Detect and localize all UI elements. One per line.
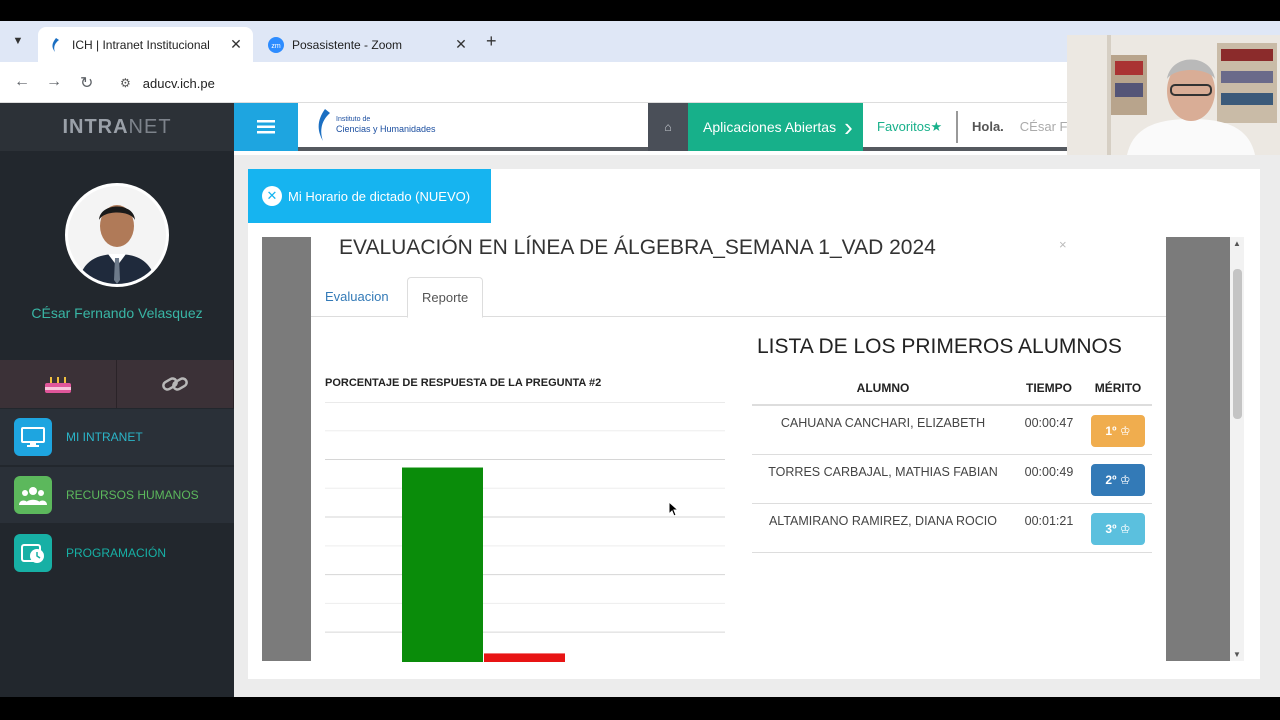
scroll-up-icon[interactable]: ▲: [1233, 239, 1241, 248]
col-alumno: ALUMNO: [752, 371, 1014, 406]
greeting-name: CÉsar F: [1019, 119, 1068, 134]
main-content: ✕ Mi Horario de dictado (NUEVO) EVALUACI…: [234, 155, 1280, 697]
merit-badge: 2º ♔: [1091, 463, 1145, 496]
col-tiempo: TIEMPO: [1014, 371, 1084, 406]
monitor-icon: [14, 418, 52, 456]
schedule-button-label: Mi Horario de dictado (NUEVO): [288, 188, 471, 204]
cell-alumno: TORRES CARBAJAL, MATHIAS FABIAN: [752, 454, 1014, 504]
ich-logo-icon: [318, 109, 330, 141]
avatar: [65, 183, 169, 287]
mouse-cursor-icon: [668, 501, 680, 517]
favorites-label: Favoritos: [877, 119, 931, 134]
star-icon: ★: [930, 119, 943, 134]
forward-icon[interactable]: →: [46, 73, 62, 91]
sidebar-item-label: PROGRAMACIÓN: [66, 546, 167, 560]
evaluation-modal: EVALUACIÓN EN LÍNEA DE ÁLGEBRA_SEMANA 1_…: [311, 236, 1166, 662]
url-input[interactable]: ⚙ aducv.ich.pe: [112, 69, 1072, 97]
back-icon[interactable]: ←: [14, 73, 30, 91]
modal-scrollbar[interactable]: ▲ ▼: [1230, 237, 1244, 661]
table-row: ALTAMIRANO RAMIREZ, DIANA ROCIO 00:01:21…: [752, 503, 1152, 553]
award-icon: ♔: [1119, 424, 1131, 438]
response-chart: [325, 402, 725, 662]
tab-title: ICH | Intranet Institucional: [72, 37, 210, 52]
link-icon[interactable]: [117, 360, 234, 408]
svg-text:zm: zm: [271, 43, 281, 50]
cell-alumno: ALTAMIRANO RAMIREZ, DIANA ROCIO: [752, 503, 1014, 553]
chart-bar[interactable]: [402, 467, 483, 662]
ranking-title: LISTA DE LOS PRIMEROS ALUMNOS: [757, 335, 1122, 358]
open-apps-button[interactable]: Aplicaciones Abiertas ›: [688, 103, 863, 151]
hamburger-menu-button[interactable]: [234, 103, 298, 151]
favorites-link[interactable]: Favoritos★: [877, 119, 942, 135]
tab-search-icon[interactable]: ▼: [8, 31, 28, 51]
tab-reporte[interactable]: Reporte: [407, 277, 484, 318]
reload-icon[interactable]: ↻: [80, 73, 93, 93]
chevron-right-icon: ›: [844, 112, 853, 142]
sidebar-item-mi-intranet[interactable]: MI INTRANET: [0, 409, 234, 465]
chart-title: PORCENTAJE DE RESPUESTA DE LA PREGUNTA #…: [325, 377, 602, 389]
modal-title: EVALUACIÓN EN LÍNEA DE ÁLGEBRA_SEMANA 1_…: [339, 236, 936, 259]
cell-alumno: CAHUANA CANCHARI, ELIZABETH: [752, 405, 1014, 455]
sidebar-item-recursos-humanos[interactable]: RECURSOS HUMANOS: [0, 467, 234, 523]
site-info-icon[interactable]: ⚙: [120, 76, 131, 90]
tab-evaluacion[interactable]: Evaluacion: [311, 277, 403, 317]
col-merito: MÉRITO: [1084, 371, 1152, 406]
new-tab-icon[interactable]: +: [486, 31, 497, 52]
home-icon[interactable]: ⌂: [648, 103, 688, 151]
sidebar-item-label: MI INTRANET: [66, 430, 143, 444]
url-text: aducv.ich.pe: [142, 75, 215, 91]
users-icon: [14, 476, 52, 514]
award-icon: ♔: [1119, 472, 1131, 487]
logo-text-line1: Instituto de: [336, 116, 371, 123]
modal-close-button[interactable]: ×: [1059, 237, 1067, 252]
close-tab-icon[interactable]: ✕: [454, 36, 468, 53]
sidebar: INTRANET CÉsar Fernando Velasquez MI INT…: [0, 103, 234, 697]
tab-title: Posasistente - Zoom: [292, 37, 403, 52]
greeting-hola: Hola: [972, 119, 1001, 134]
logo-text-line2: Ciencias y Humanidades: [336, 124, 436, 134]
open-apps-label: Aplicaciones Abiertas: [703, 119, 837, 135]
table-row: TORRES CARBAJAL, MATHIAS FABIAN 00:00:49…: [752, 454, 1152, 504]
merit-badge: 3º ♔: [1091, 512, 1145, 545]
ranking-table: ALUMNO TIEMPO MÉRITO CAHUANA CANCHARI, E…: [752, 371, 1152, 553]
close-tab-icon[interactable]: ✕: [229, 36, 243, 53]
merit-badge: 1º ♔: [1091, 415, 1145, 447]
modal-tabs: Evaluacion Reporte: [311, 277, 1166, 318]
sidebar-item-label: RECURSOS HUMANOS: [66, 488, 199, 502]
scroll-down-icon[interactable]: ▼: [1233, 650, 1241, 659]
tab-intranet[interactable]: ICH | Intranet Institucional ✕: [38, 27, 253, 62]
calendar-clock-icon: [14, 534, 52, 572]
screen: ▼ ICH | Intranet Institucional ✕ zm Posa…: [0, 21, 1280, 697]
schedule-button[interactable]: ✕ Mi Horario de dictado (NUEVO): [248, 169, 491, 223]
chart-bar[interactable]: [484, 653, 565, 662]
sidebar-item-programacion[interactable]: PROGRAMACIÓN: [0, 525, 234, 581]
zoom-favicon-icon: zm: [268, 36, 284, 53]
award-icon: ♔: [1119, 521, 1131, 536]
cell-tiempo: 00:00:49: [1014, 454, 1084, 504]
birthday-cake-icon[interactable]: [0, 360, 117, 408]
greeting: Hola. CÉsar F: [956, 111, 1067, 143]
video-thumbnail: [1067, 35, 1280, 155]
scrollbar-thumb[interactable]: [1233, 269, 1242, 419]
quick-icons-row: [0, 360, 234, 408]
institution-logo[interactable]: Instituto de Ciencias y Humanidades: [316, 109, 436, 141]
cell-tiempo: 00:01:21: [1014, 503, 1084, 553]
ich-favicon-icon: [48, 37, 64, 53]
brand-logo: INTRANET: [0, 103, 234, 151]
close-circle-icon: ✕: [262, 186, 282, 206]
table-row: CAHUANA CANCHARI, ELIZABETH 00:00:47 1º …: [752, 405, 1152, 455]
cell-tiempo: 00:00:47: [1014, 405, 1084, 455]
tab-zoom[interactable]: zm Posasistente - Zoom ✕: [258, 27, 478, 62]
user-name: CÉsar Fernando Velasquez: [31, 305, 203, 321]
